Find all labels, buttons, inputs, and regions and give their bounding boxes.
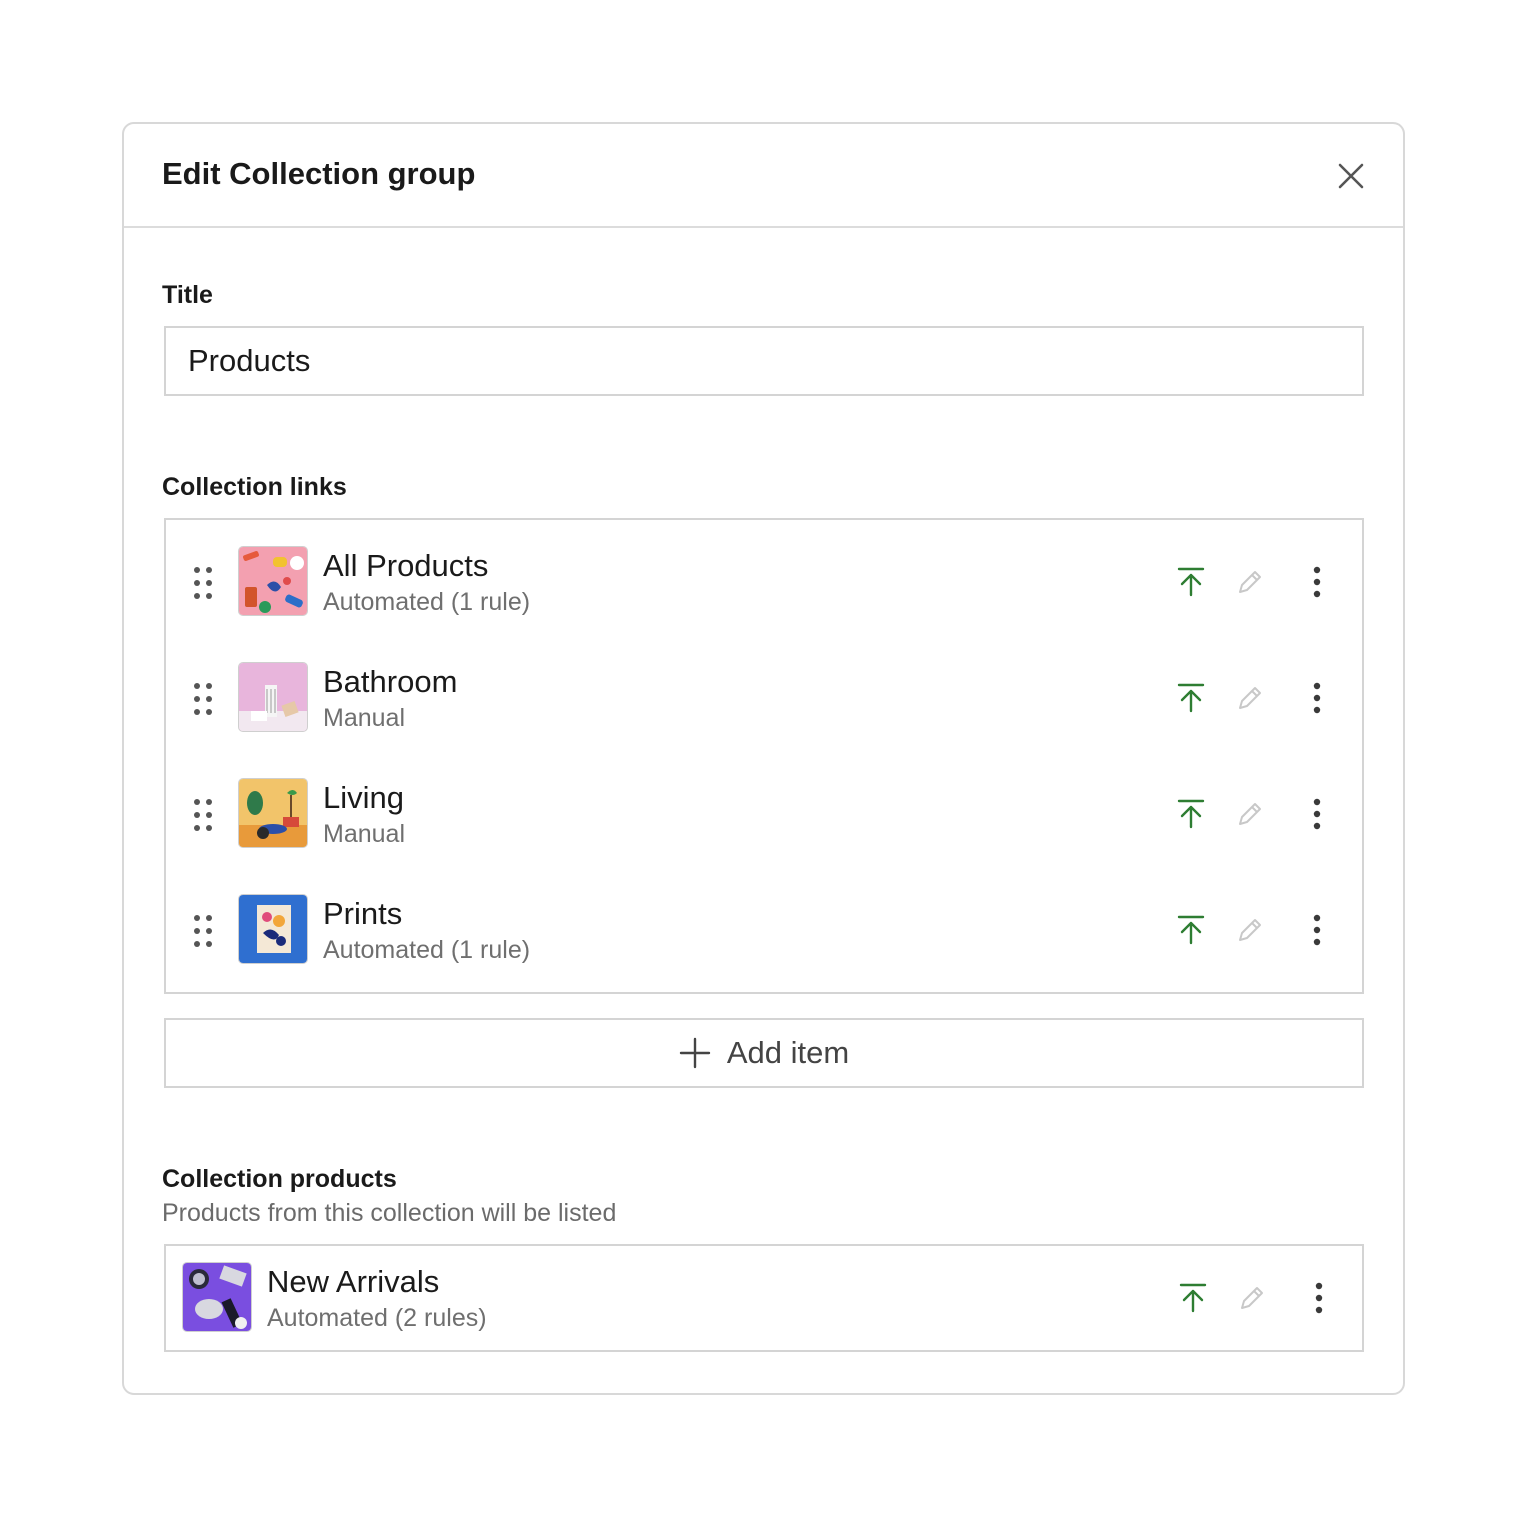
move-to-top-button[interactable] xyxy=(1169,676,1213,720)
edit-collection-group-dialog: Edit Collection group Title Collection l… xyxy=(122,122,1405,1395)
move-to-top-icon xyxy=(1177,683,1205,713)
title-input[interactable] xyxy=(164,326,1364,396)
dialog-header: Edit Collection group xyxy=(124,124,1403,228)
more-vertical-icon xyxy=(1313,798,1321,830)
item-meta: Manual xyxy=(323,704,405,732)
pencil-icon xyxy=(1239,571,1261,593)
more-options-button[interactable] xyxy=(1295,560,1339,604)
drag-handle-icon[interactable] xyxy=(192,682,214,716)
move-to-top-button[interactable] xyxy=(1171,1276,1215,1320)
pencil-icon xyxy=(1239,919,1261,941)
move-to-top-button[interactable] xyxy=(1169,792,1213,836)
more-vertical-icon xyxy=(1313,914,1321,946)
collection-products-list: New Arrivals Automated (2 rules) xyxy=(164,1244,1364,1352)
more-vertical-icon xyxy=(1315,1282,1323,1314)
list-item[interactable]: All Products Automated (1 rule) xyxy=(166,520,1362,644)
collection-links-list: All Products Automated (1 rule) Bathroom… xyxy=(164,518,1364,994)
collection-products-help: Products from this collection will be li… xyxy=(162,1199,617,1227)
edit-button[interactable] xyxy=(1228,908,1272,952)
edit-button[interactable] xyxy=(1228,792,1272,836)
item-meta: Manual xyxy=(323,820,405,848)
item-meta: Automated (1 rule) xyxy=(323,588,531,616)
list-item[interactable]: Bathroom Manual xyxy=(166,644,1362,760)
pencil-icon xyxy=(1239,803,1261,825)
item-meta: Automated (1 rule) xyxy=(323,936,531,964)
item-name: All Products xyxy=(323,548,489,583)
item-meta: Automated (2 rules) xyxy=(267,1304,487,1332)
add-item-button[interactable]: Add item xyxy=(164,1018,1364,1088)
dialog-title: Edit Collection group xyxy=(162,156,476,191)
more-vertical-icon xyxy=(1313,682,1321,714)
move-to-top-button[interactable] xyxy=(1169,908,1213,952)
item-name: Prints xyxy=(323,896,403,931)
pencil-icon xyxy=(1241,1287,1263,1309)
close-icon xyxy=(1338,163,1364,189)
collection-products-label: Collection products xyxy=(162,1165,397,1193)
list-item[interactable]: Living Manual xyxy=(166,760,1362,876)
drag-handle-icon[interactable] xyxy=(192,798,214,832)
item-name: Living xyxy=(323,780,404,815)
more-vertical-icon xyxy=(1313,566,1321,598)
move-to-top-icon xyxy=(1179,1283,1207,1313)
new-arrivals-thumbnail xyxy=(182,1262,252,1332)
edit-button[interactable] xyxy=(1230,1276,1274,1320)
edit-button[interactable] xyxy=(1228,676,1272,720)
pencil-icon xyxy=(1239,687,1261,709)
close-button[interactable] xyxy=(1329,154,1373,198)
list-item[interactable]: New Arrivals Automated (2 rules) xyxy=(166,1246,1362,1350)
title-label: Title xyxy=(162,281,213,309)
more-options-button[interactable] xyxy=(1295,908,1339,952)
collection-links-label: Collection links xyxy=(162,473,347,501)
item-name: Bathroom xyxy=(323,664,458,699)
living-thumbnail xyxy=(238,778,308,848)
all-products-thumbnail xyxy=(238,546,308,616)
item-name: New Arrivals xyxy=(267,1264,440,1299)
move-to-top-icon xyxy=(1177,567,1205,597)
drag-handle-icon[interactable] xyxy=(192,914,214,948)
more-options-button[interactable] xyxy=(1295,676,1339,720)
more-options-button[interactable] xyxy=(1295,792,1339,836)
move-to-top-icon xyxy=(1177,799,1205,829)
plus-icon xyxy=(679,1037,711,1069)
move-to-top-button[interactable] xyxy=(1169,560,1213,604)
bathroom-thumbnail xyxy=(238,662,308,732)
more-options-button[interactable] xyxy=(1297,1276,1341,1320)
move-to-top-icon xyxy=(1177,915,1205,945)
add-item-label: Add item xyxy=(726,1035,850,1070)
drag-handle-icon[interactable] xyxy=(192,566,214,600)
list-item[interactable]: Prints Automated (1 rule) xyxy=(166,876,1362,992)
prints-thumbnail xyxy=(238,894,308,964)
edit-button[interactable] xyxy=(1228,560,1272,604)
